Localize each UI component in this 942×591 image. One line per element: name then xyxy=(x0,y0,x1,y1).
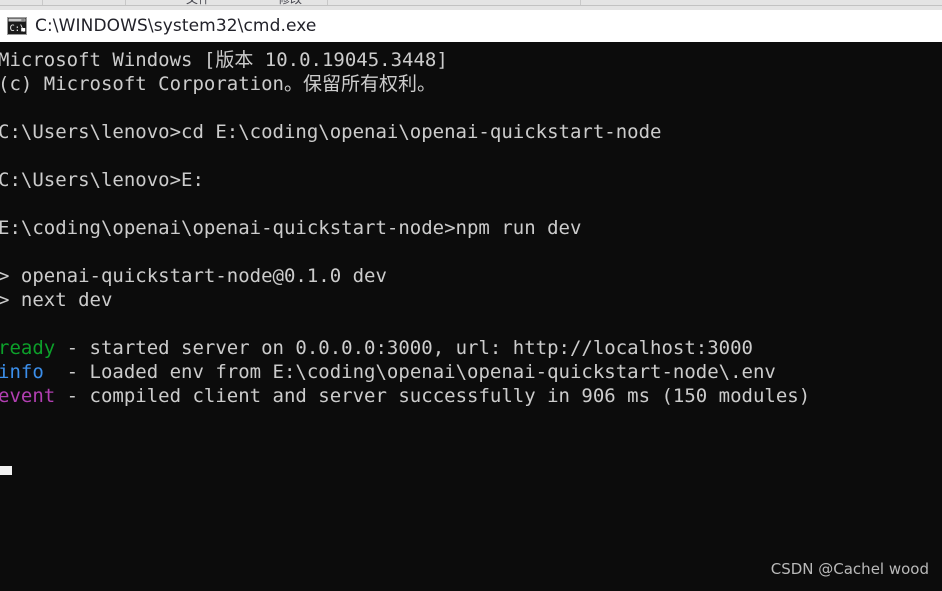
console-text-segment: > openai-quickstart-node@0.1.0 dev xyxy=(0,265,387,287)
console-text-segment: event xyxy=(0,385,56,407)
console-line: C:\Users\lenovo>E: xyxy=(0,168,942,192)
window-title: C:\WINDOWS\system32\cmd.exe xyxy=(35,16,317,36)
console-text-segment: info xyxy=(0,361,44,383)
console-lines: Microsoft Windows [版本 10.0.19045.3448] (c… xyxy=(0,48,942,408)
background-column-header-0: 文件 xyxy=(186,0,210,5)
console-line: C:\Users\lenovo>cd E:\coding\openai\open… xyxy=(0,120,942,144)
background-column-divider-1 xyxy=(125,0,126,5)
cmd-console-icon: C:\ xyxy=(7,17,27,35)
console-text-segment: Microsoft Windows [版本 10.0.19045.3448] xyxy=(0,49,448,71)
console-cursor xyxy=(0,466,12,475)
screen-root: 文件 修改 C:\ C:\WINDOWS\system32\cmd.exe Mic… xyxy=(0,0,942,591)
watermark: CSDN @Cachel wood xyxy=(770,560,929,578)
console-line: (c) Microsoft Corporation。保留所有权利。 xyxy=(0,72,942,96)
background-column-header-1: 修改 xyxy=(278,0,302,5)
background-column-divider-3 xyxy=(580,0,581,5)
window-titlebar[interactable]: C:\ C:\WINDOWS\system32\cmd.exe xyxy=(0,10,942,42)
console-line: event - compiled client and server succe… xyxy=(0,384,942,408)
console-text-segment: ready xyxy=(0,337,56,359)
console-output-area[interactable]: Microsoft Windows [版本 10.0.19045.3448] (c… xyxy=(0,42,942,591)
console-line: > next dev xyxy=(0,288,942,312)
console-text-segment: E:\coding\openai\openai-quickstart-node>… xyxy=(0,217,582,239)
console-text-segment: (c) Microsoft Corporation。保留所有权利。 xyxy=(0,73,436,95)
console-text-segment: C:\Users\lenovo>E: xyxy=(0,169,204,191)
console-text-segment: C:\Users\lenovo>cd E:\coding\openai\open… xyxy=(0,121,662,143)
console-line: > openai-quickstart-node@0.1.0 dev xyxy=(0,264,942,288)
background-header-rule xyxy=(0,5,942,6)
background-column-divider-2 xyxy=(327,0,328,5)
console-text-segment: > next dev xyxy=(0,289,113,311)
console-line: E:\coding\openai\openai-quickstart-node>… xyxy=(0,216,942,240)
console-text-segment: - compiled client and server successfull… xyxy=(55,385,811,407)
background-column-divider-0 xyxy=(42,0,43,5)
console-text-segment: - started server on 0.0.0.0:3000, url: h… xyxy=(55,337,753,359)
console-line: ready - started server on 0.0.0.0:3000, … xyxy=(0,336,942,360)
background-window-strip: 文件 修改 xyxy=(0,0,942,10)
console-line: info - Loaded env from E:\coding\openai\… xyxy=(0,360,942,384)
console-text-segment: - Loaded env from E:\coding\openai\opena… xyxy=(43,361,776,383)
console-line: Microsoft Windows [版本 10.0.19045.3448] xyxy=(0,48,942,72)
